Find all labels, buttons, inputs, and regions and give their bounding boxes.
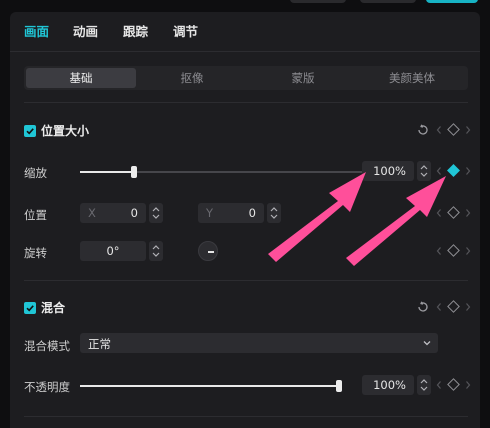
annotation-arrow-2 <box>346 176 446 266</box>
annotation-arrows <box>268 172 446 266</box>
annotation-arrow-1-shape <box>268 172 366 262</box>
annotation-arrow-1 <box>268 172 366 262</box>
annotation-arrow-2-shape <box>346 176 446 266</box>
